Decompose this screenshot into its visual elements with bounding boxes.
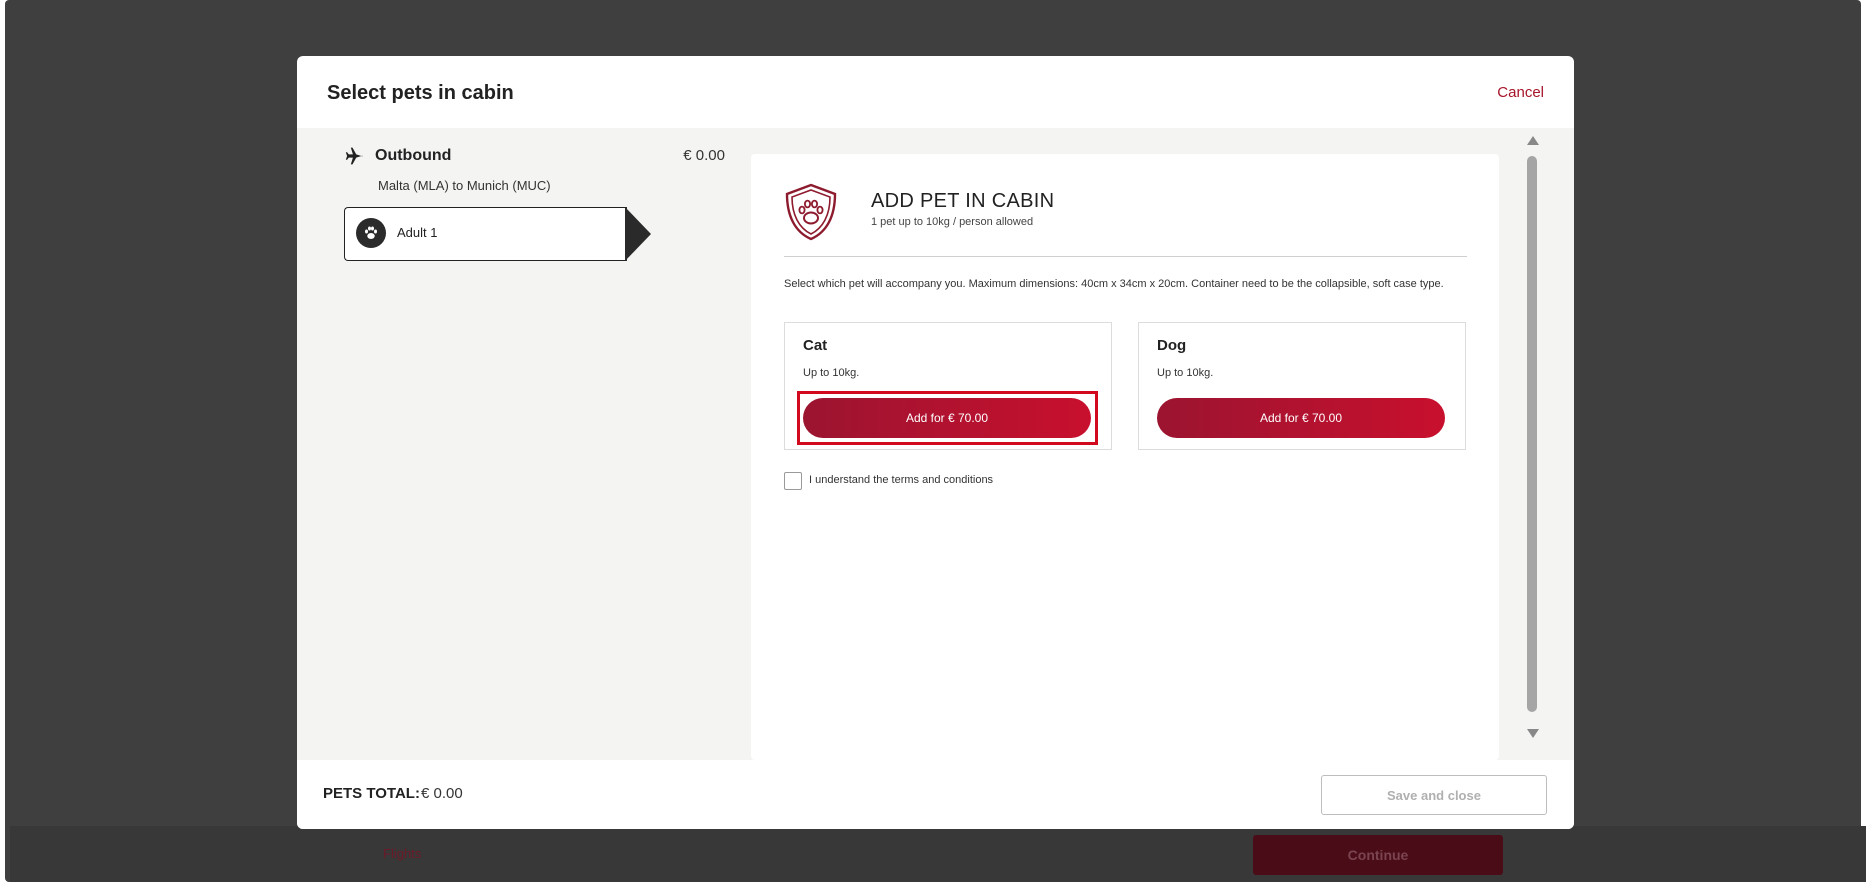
scrollbar-thumb[interactable]: [1527, 156, 1537, 712]
background-flights-link: Flights: [383, 846, 422, 861]
pets-total-label: PETS TOTAL:: [323, 785, 420, 802]
scrollbar[interactable]: [1522, 128, 1542, 760]
pet-shield-icon: [785, 183, 837, 241]
selection-highlight: [797, 391, 1098, 445]
pets-modal: Select pets in cabin Cancel Outbound € 0…: [297, 56, 1574, 829]
modal-footer: PETS TOTAL: € 0.00 Save and close: [297, 760, 1574, 829]
pet-desc-cat: Up to 10kg.: [803, 367, 860, 379]
panel-subtitle: 1 pet up to 10kg / person allowed: [871, 216, 1034, 228]
terms-checkbox[interactable]: [784, 472, 802, 490]
pet-name-cat: Cat: [803, 337, 828, 354]
scroll-up-icon[interactable]: [1527, 136, 1539, 145]
modal-header: Select pets in cabin Cancel: [297, 56, 1574, 128]
save-and-close-button[interactable]: Save and close: [1321, 775, 1547, 815]
passenger-label: Adult 1: [397, 225, 438, 240]
modal-title: Select pets in cabin: [327, 82, 514, 104]
flight-header: Outbound € 0.00: [345, 146, 725, 170]
background-footer: [10, 826, 1866, 882]
pet-panel: ADD PET IN CABIN 1 pet up to 10kg / pers…: [751, 154, 1499, 760]
scroll-down-icon[interactable]: [1527, 729, 1539, 738]
panel-title: ADD PET IN CABIN: [871, 190, 1055, 212]
flight-direction: Outbound: [375, 147, 452, 164]
cancel-link[interactable]: Cancel: [1497, 84, 1544, 101]
flight-route: Malta (MLA) to Munich (MUC): [378, 178, 551, 193]
add-dog-button[interactable]: Add for € 70.00: [1157, 398, 1445, 438]
flight-price: € 0.00: [683, 147, 725, 164]
pet-card-dog: Dog Up to 10kg. Add for € 70.00: [1138, 322, 1466, 450]
paw-icon: [356, 218, 386, 248]
pet-instructions: Select which pet will accompany you. Max…: [784, 278, 1444, 290]
passenger-tab-adult-1[interactable]: Adult 1: [344, 207, 627, 261]
pet-name-dog: Dog: [1157, 337, 1187, 354]
pet-desc-dog: Up to 10kg.: [1157, 367, 1214, 379]
flight-selector: Outbound € 0.00 Malta (MLA) to Munich (M…: [297, 128, 757, 760]
plane-icon: [345, 147, 363, 165]
active-tab-arrow: [625, 207, 651, 261]
terms-label: I understand the terms and conditions: [809, 474, 994, 486]
modal-body: Outbound € 0.00 Malta (MLA) to Munich (M…: [297, 128, 1574, 760]
pets-total-value: € 0.00: [421, 785, 463, 802]
panel-divider: [784, 256, 1467, 257]
pet-card-cat: Cat Up to 10kg. Add for € 70.00: [784, 322, 1112, 450]
background-continue-button: Continue: [1253, 835, 1503, 875]
